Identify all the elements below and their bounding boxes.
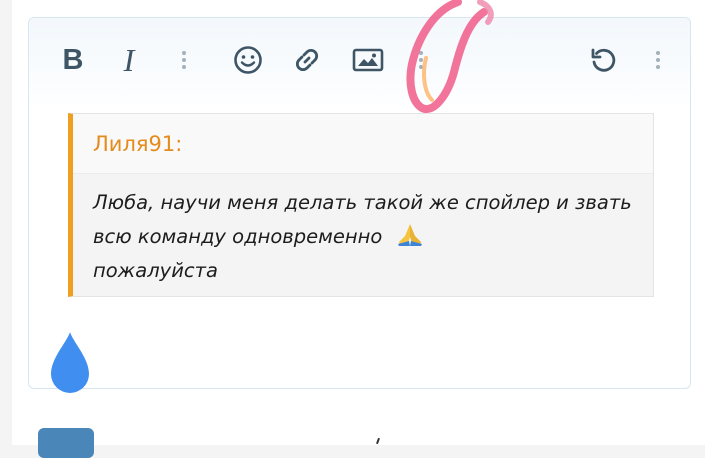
bold-icon: B <box>62 43 84 76</box>
italic-button[interactable]: I <box>111 42 147 78</box>
image-icon <box>352 48 384 72</box>
more-actions-button[interactable] <box>656 48 660 72</box>
vertical-dots-icon <box>182 51 186 69</box>
undo-button[interactable] <box>585 42 621 78</box>
vertical-dots-icon <box>419 51 423 69</box>
quote-text: Люба, научи меня делать такой же спойлер… <box>73 174 653 288</box>
link-button[interactable] <box>289 42 325 78</box>
more-options-button[interactable] <box>182 48 186 72</box>
quote-text-main: Люба, научи меня делать такой же спойлер… <box>93 191 632 248</box>
message-editor[interactable]: B I Лиля91: Люба, научи меня делать тако… <box>28 17 691 389</box>
undo-icon <box>591 48 616 72</box>
quote-text-end: пожалуйста <box>93 259 218 282</box>
italic-icon: I <box>123 42 135 78</box>
text-cursor-handle[interactable] <box>49 330 91 396</box>
more-insert-button[interactable] <box>419 48 423 72</box>
avatar[interactable] <box>38 428 94 458</box>
quote-header: Лиля91: <box>73 114 653 174</box>
quote-author: Лиля91: <box>93 132 183 156</box>
quote-block: Лиля91: Люба, научи меня делать такой же… <box>68 113 654 297</box>
emoji-button[interactable] <box>230 42 266 78</box>
vertical-dots-icon <box>656 51 660 69</box>
folded-hands-icon <box>398 224 423 246</box>
image-button[interactable] <box>350 42 386 78</box>
smiley-icon <box>234 46 262 74</box>
link-icon <box>295 48 319 72</box>
bold-button[interactable]: B <box>55 42 91 78</box>
editor-toolbar: B I <box>29 18 690 104</box>
